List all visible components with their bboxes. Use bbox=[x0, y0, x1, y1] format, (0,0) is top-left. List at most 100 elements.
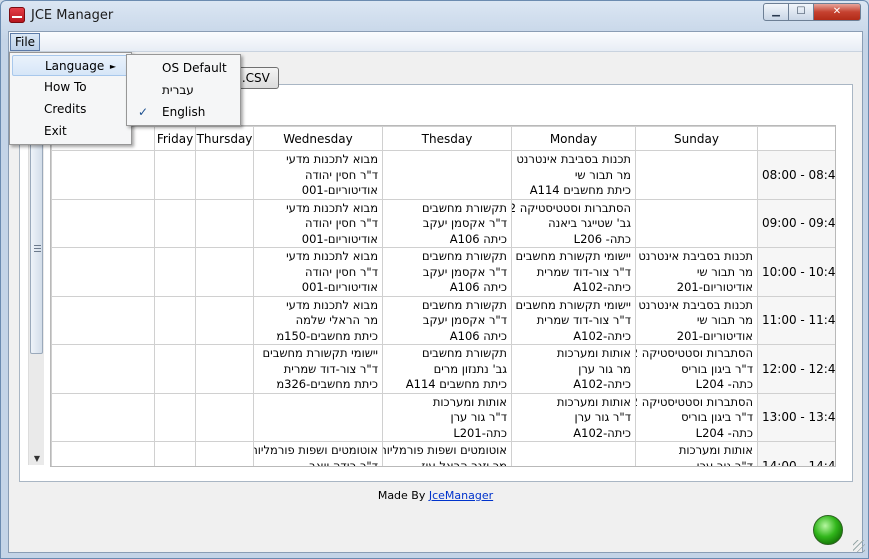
footer-made-by: Made By bbox=[377, 489, 426, 502]
course-line: מר תבור שי bbox=[696, 264, 753, 279]
thursday-cell[interactable] bbox=[195, 392, 254, 442]
course-line: כיתה-A102 bbox=[573, 425, 631, 440]
course-line: מבוא לתכנות מדעי bbox=[286, 152, 378, 166]
tue-cell[interactable]: אוטומטים ושפות פורמליות מר יזגר הראל עוז bbox=[382, 441, 512, 466]
wed-cell[interactable]: יישומי תקשורת מחשבים ד"ר צור-דוד שמרית כית… bbox=[253, 344, 383, 394]
row-blank-cell[interactable] bbox=[51, 150, 155, 200]
mon-cell[interactable]: תכנות בסביבת אינטרנט מר תבור שי כיתת מחשבי… bbox=[511, 150, 636, 200]
minimize-button[interactable]: ▁ bbox=[763, 3, 789, 21]
table-row: מבוא לתכנות מדעי ד"ר חסין יהודה אודיטוריום… bbox=[51, 150, 835, 200]
header-friday[interactable]: Friday bbox=[154, 126, 196, 151]
thursday-cell[interactable] bbox=[195, 344, 254, 394]
maximize-button[interactable]: ☐ bbox=[788, 3, 814, 21]
menu-item-how-to[interactable]: How To bbox=[12, 77, 129, 98]
course-line: כתה- L204 bbox=[695, 425, 753, 440]
course-line: ד"ר ביגון בוריס bbox=[681, 361, 753, 376]
thursday-cell[interactable] bbox=[195, 295, 254, 345]
course-line: ד"ר גור ערן bbox=[450, 410, 507, 424]
sun-cell[interactable]: תכנות בסביבת אינטרנט מר תבור שי אודיטוריום… bbox=[635, 295, 758, 345]
row-blank-cell[interactable] bbox=[51, 295, 155, 345]
course-line: תכנות בסביבת אינטרנט bbox=[516, 152, 631, 166]
thursday-cell[interactable] bbox=[195, 198, 254, 248]
friday-cell[interactable] bbox=[154, 247, 196, 297]
row-blank-cell[interactable] bbox=[51, 441, 155, 466]
header-sunday[interactable]: Sunday bbox=[635, 126, 758, 151]
menu-item-language[interactable]: Language ► bbox=[12, 55, 129, 76]
course-line: כתה-L201 bbox=[453, 425, 507, 440]
course-line: כתה- L204 bbox=[695, 377, 753, 391]
friday-cell[interactable] bbox=[154, 441, 196, 466]
sun-cell[interactable] bbox=[635, 198, 758, 248]
sun-cell[interactable]: אותות ומערכות ד"ר גור ערן bbox=[635, 441, 758, 466]
wed-cell[interactable]: מבוא לתכנות מדעי ד"ר חסין יהודה אודיטוריום… bbox=[253, 198, 383, 248]
header-thursday[interactable]: Thursday bbox=[195, 126, 254, 151]
header-monday[interactable]: Monday bbox=[511, 126, 636, 151]
language-os-default[interactable]: OS Default bbox=[129, 58, 238, 79]
tue-cell[interactable]: תקשורת מחשבים ד"ר אקסמן יעקב כיתה A106 bbox=[382, 247, 512, 297]
tue-cell[interactable]: תקשורת מחשבים ד"ר אקסמן יעקב כיתה A106 bbox=[382, 198, 512, 248]
course-line: אוטומטים ושפות פורמליות bbox=[383, 443, 507, 457]
footer-link[interactable]: JceManager bbox=[429, 489, 493, 502]
course-line: אותות ומערכות bbox=[556, 394, 631, 409]
mon-cell[interactable]: יישומי תקשורת מחשבים ד"ר צור-דוד שמרית כית… bbox=[511, 247, 636, 297]
language-english[interactable]: ✓ English bbox=[129, 102, 238, 123]
course-line: הסתברות וסטטיסטיקה 2 bbox=[636, 394, 753, 409]
course-line: ד"ר רודה יואב bbox=[309, 458, 378, 467]
course-line: כיתת מחשבים A114 bbox=[405, 377, 507, 391]
thursday-cell[interactable] bbox=[195, 441, 254, 466]
friday-cell[interactable] bbox=[154, 295, 196, 345]
course-line: אודיטוריום-001 bbox=[301, 231, 378, 246]
menu-item-exit[interactable]: Exit bbox=[12, 121, 129, 142]
course-line: ד"ר גור ערן bbox=[574, 410, 631, 424]
row-blank-cell[interactable] bbox=[51, 392, 155, 442]
hour-cell: 14:00 - 14:45 bbox=[757, 441, 835, 466]
mon-cell[interactable] bbox=[511, 441, 636, 466]
title-bar[interactable]: JCE Manager ▁ ☐ ✕ bbox=[1, 1, 868, 31]
thursday-cell[interactable] bbox=[195, 150, 254, 200]
row-blank-cell[interactable] bbox=[51, 344, 155, 394]
wed-cell[interactable]: מבוא לתכנות מדעי ד"ר חסין יהודה אודיטוריום… bbox=[253, 150, 383, 200]
footer: Made By JceManager bbox=[1, 489, 869, 502]
language-hebrew[interactable]: עברית bbox=[129, 80, 238, 101]
tue-cell[interactable]: תקשורת מחשבים ד"ר אקסמן יעקב כיתה A106 bbox=[382, 295, 512, 345]
resize-grip-icon[interactable] bbox=[853, 540, 865, 552]
sun-cell[interactable]: תכנות בסביבת אינטרנט מר תבור שי אודיטוריום… bbox=[635, 247, 758, 297]
wed-cell[interactable] bbox=[253, 392, 383, 442]
friday-cell[interactable] bbox=[154, 150, 196, 200]
tue-cell[interactable]: תקשורת מחשבים גב' נתנזון מרים כיתת מחשבים … bbox=[382, 344, 512, 394]
grip-icon bbox=[34, 251, 41, 252]
wed-cell[interactable]: מבוא לתכנות מדעי מר הראלי שלמה כיתת מחשבים… bbox=[253, 295, 383, 345]
grip-icon bbox=[34, 245, 41, 246]
wed-cell[interactable]: אוטומטים ושפות פורמליות ד"ר רודה יואב bbox=[253, 441, 383, 467]
wed-cell[interactable]: מבוא לתכנות מדעי ד"ר חסין יהודה אודיטוריום… bbox=[253, 247, 383, 297]
course-line: אודיטוריום-201 bbox=[676, 328, 753, 343]
friday-cell[interactable] bbox=[154, 198, 196, 248]
tue-cell[interactable]: אותות ומערכות ד"ר גור ערן כתה-L201 bbox=[382, 392, 512, 442]
thursday-cell[interactable] bbox=[195, 247, 254, 297]
course-line: ד"ר חסין יהודה bbox=[304, 264, 378, 279]
table-header-row: Friday Thursday Wednesday Thesday Monday… bbox=[51, 126, 835, 151]
tue-cell[interactable] bbox=[382, 150, 512, 200]
friday-cell[interactable] bbox=[154, 392, 196, 442]
vertical-scrollbar[interactable]: ▼ bbox=[28, 94, 44, 465]
sun-cell[interactable] bbox=[635, 150, 758, 200]
hour-cell: 13:00 - 13:45 bbox=[757, 392, 835, 442]
header-tuesday[interactable]: Thesday bbox=[382, 126, 512, 151]
close-button[interactable]: ✕ bbox=[813, 3, 861, 21]
menu-item-credits[interactable]: Credits bbox=[12, 99, 129, 120]
sun-cell[interactable]: הסתברות וסטטיסטיקה 2ד"ר ביגון בוריסכתה- … bbox=[635, 392, 758, 442]
mon-cell[interactable]: אותות ומערכות מר גור ערן כיתה-A102 bbox=[511, 344, 636, 394]
mon-cell[interactable]: אותות ומערכות ד"ר גור ערן כיתה-A102 bbox=[511, 392, 636, 442]
mon-cell[interactable]: יישומי תקשורת מחשבים ד"ר צור-דוד שמרית כית… bbox=[511, 295, 636, 345]
hour-cell: 09:00 - 09:45 bbox=[757, 198, 835, 248]
file-menu-button[interactable]: File bbox=[10, 33, 40, 51]
row-blank-cell[interactable] bbox=[51, 247, 155, 297]
row-blank-cell[interactable] bbox=[51, 198, 155, 248]
course-line: ד"ר צור-דוד שמרית bbox=[536, 313, 631, 327]
scroll-down-arrow-icon[interactable]: ▼ bbox=[31, 454, 43, 463]
mon-cell[interactable]: הסתברות וסטטיסטיקה 2גב' שטייגר ביאנהכתה-… bbox=[511, 198, 636, 248]
sun-cell[interactable]: הסתברות וסטטיסטיקה 2ד"ר ביגון בוריסכתה- … bbox=[635, 344, 758, 394]
grip-icon bbox=[34, 248, 41, 249]
friday-cell[interactable] bbox=[154, 344, 196, 394]
header-wednesday[interactable]: Wednesday bbox=[253, 126, 383, 151]
